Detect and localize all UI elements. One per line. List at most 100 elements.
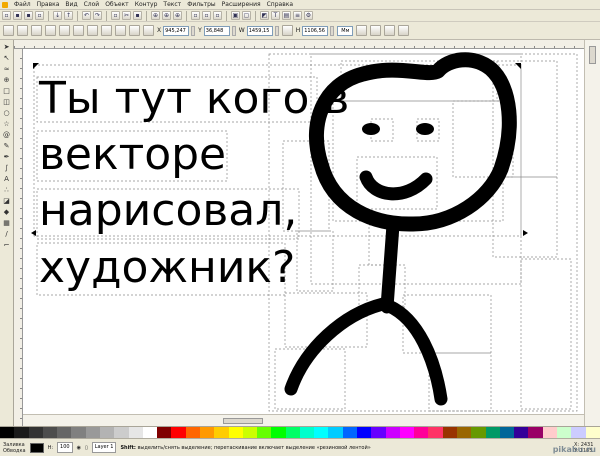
palette-swatch[interactable] bbox=[171, 427, 186, 438]
palette-swatch[interactable] bbox=[371, 427, 386, 438]
palette-swatch[interactable] bbox=[28, 427, 43, 438]
palette-swatch[interactable] bbox=[214, 427, 229, 438]
x-input[interactable]: 945,247 bbox=[163, 25, 190, 36]
save-icon[interactable]: ▪ bbox=[24, 11, 33, 20]
menu-path[interactable]: Контур bbox=[135, 1, 158, 8]
menu-extensions[interactable]: Расширения bbox=[222, 1, 261, 8]
gradient-tool-icon[interactable]: ▦ bbox=[2, 218, 12, 227]
palette-swatch[interactable] bbox=[542, 427, 557, 438]
transform-patterns-icon[interactable] bbox=[398, 25, 410, 36]
export-icon[interactable]: ↑ bbox=[64, 11, 73, 20]
lower-to-bottom-icon[interactable] bbox=[143, 25, 154, 36]
palette-swatch[interactable] bbox=[357, 427, 372, 438]
menu-help[interactable]: Справка bbox=[267, 1, 293, 8]
selector-tool-icon[interactable]: ➤ bbox=[2, 42, 12, 51]
fill-indicator[interactable] bbox=[29, 442, 44, 453]
palette-swatch[interactable] bbox=[242, 427, 258, 438]
dropper-tool-icon[interactable]: / bbox=[2, 229, 12, 238]
fill-stroke-icon[interactable]: ◩ bbox=[260, 11, 269, 20]
unlink-clone-icon[interactable]: ▫ bbox=[213, 11, 222, 20]
raise-icon[interactable] bbox=[115, 25, 126, 36]
zoom-page-icon[interactable]: ⊕ bbox=[173, 11, 182, 20]
palette-swatch[interactable] bbox=[57, 427, 72, 438]
connector-tool-icon[interactable]: ⌐ bbox=[2, 240, 12, 249]
rotate-cw-icon[interactable] bbox=[59, 25, 70, 36]
pen-tool-icon[interactable]: ✒ bbox=[2, 152, 12, 161]
deselect-icon[interactable] bbox=[31, 25, 42, 36]
palette-swatch[interactable] bbox=[442, 427, 457, 438]
y-input[interactable]: 36,848 bbox=[203, 25, 230, 36]
x-spinner[interactable] bbox=[191, 25, 196, 36]
ellipse-tool-icon[interactable]: ○ bbox=[2, 108, 12, 117]
zoom-selection-icon[interactable]: ⊕ bbox=[151, 11, 160, 20]
height-input[interactable]: 1106,56 bbox=[302, 25, 329, 36]
print-icon[interactable]: ▫ bbox=[35, 11, 44, 20]
ungroup-icon[interactable]: ▢ bbox=[242, 11, 251, 20]
menu-file[interactable]: Файл bbox=[14, 1, 31, 8]
palette-swatch[interactable] bbox=[571, 427, 586, 438]
palette-swatch[interactable] bbox=[185, 427, 200, 438]
eye-icon[interactable]: ◉ bbox=[77, 445, 81, 451]
paste-icon[interactable]: ▪ bbox=[133, 11, 142, 20]
raise-to-top-icon[interactable] bbox=[101, 25, 112, 36]
node-tool-icon[interactable]: ↖ bbox=[2, 53, 12, 62]
palette-swatch[interactable] bbox=[457, 427, 472, 438]
width-input[interactable]: 1459,15 bbox=[246, 25, 273, 36]
palette-swatch[interactable] bbox=[14, 427, 29, 438]
pencil-tool-icon[interactable]: ✎ bbox=[2, 141, 12, 150]
menu-layer[interactable]: Слой bbox=[84, 1, 100, 8]
flip-horizontal-icon[interactable] bbox=[73, 25, 84, 36]
palette-swatch[interactable] bbox=[414, 427, 429, 438]
clone-icon[interactable]: ▫ bbox=[202, 11, 211, 20]
flip-vertical-icon[interactable] bbox=[87, 25, 98, 36]
layer-select[interactable]: Layer 1 bbox=[91, 442, 117, 453]
menu-filters[interactable]: Фильтры bbox=[187, 1, 215, 8]
spray-tool-icon[interactable]: ∴ bbox=[2, 185, 12, 194]
lower-icon[interactable] bbox=[129, 25, 140, 36]
import-icon[interactable]: ↓ bbox=[53, 11, 62, 20]
menu-view[interactable]: Вид bbox=[65, 1, 77, 8]
y-spinner[interactable] bbox=[231, 25, 236, 36]
rectangle-tool-icon[interactable]: □ bbox=[2, 86, 12, 95]
spiral-tool-icon[interactable]: @ bbox=[2, 130, 12, 139]
palette-swatch[interactable] bbox=[314, 427, 329, 438]
menu-text[interactable]: Текст bbox=[163, 1, 181, 8]
palette-swatch[interactable] bbox=[257, 427, 272, 438]
new-document-icon[interactable]: ▫ bbox=[2, 11, 11, 20]
palette-swatch[interactable] bbox=[142, 427, 158, 438]
align-icon[interactable]: ≡ bbox=[293, 11, 302, 20]
palette-swatch[interactable] bbox=[199, 427, 215, 438]
xml-editor-icon[interactable]: ▤ bbox=[282, 11, 291, 20]
scale-corners-icon[interactable] bbox=[370, 25, 382, 36]
transform-gradients-icon[interactable] bbox=[384, 25, 396, 36]
rotate-ccw-icon[interactable] bbox=[45, 25, 56, 36]
palette-swatch[interactable] bbox=[499, 427, 515, 438]
vertical-scrollbar[interactable] bbox=[584, 40, 600, 426]
box3d-tool-icon[interactable]: ◫ bbox=[2, 97, 12, 106]
tweak-tool-icon[interactable]: ≈ bbox=[2, 64, 12, 73]
palette-swatch[interactable] bbox=[428, 427, 443, 438]
zoom-tool-icon[interactable]: ⊕ bbox=[2, 75, 12, 84]
palette-swatch[interactable] bbox=[399, 427, 415, 438]
palette-swatch[interactable] bbox=[99, 427, 115, 438]
vertical-scroll-thumb[interactable] bbox=[589, 46, 596, 64]
undo-icon[interactable]: ↶ bbox=[82, 11, 91, 20]
horizontal-scrollbar[interactable] bbox=[23, 414, 584, 426]
units-select[interactable]: Мм bbox=[337, 25, 354, 36]
open-icon[interactable]: ▪ bbox=[13, 11, 22, 20]
duplicate-icon[interactable]: ▫ bbox=[191, 11, 200, 20]
lock-ratio-icon[interactable] bbox=[281, 25, 293, 36]
text-tool-icon[interactable]: A bbox=[2, 174, 12, 183]
palette-swatch[interactable] bbox=[528, 427, 543, 438]
copy-icon[interactable]: ▫ bbox=[111, 11, 120, 20]
palette-swatch[interactable] bbox=[299, 427, 315, 438]
scale-stroke-icon[interactable] bbox=[356, 25, 368, 36]
palette-swatch[interactable] bbox=[328, 427, 343, 438]
palette-swatch[interactable] bbox=[556, 427, 572, 438]
palette-swatch[interactable] bbox=[42, 427, 58, 438]
palette-swatch[interactable] bbox=[157, 427, 172, 438]
palette-swatch[interactable] bbox=[585, 427, 600, 438]
select-all-layers-icon[interactable] bbox=[17, 25, 28, 36]
palette-swatch[interactable] bbox=[385, 427, 400, 438]
width-spinner[interactable] bbox=[274, 25, 279, 36]
